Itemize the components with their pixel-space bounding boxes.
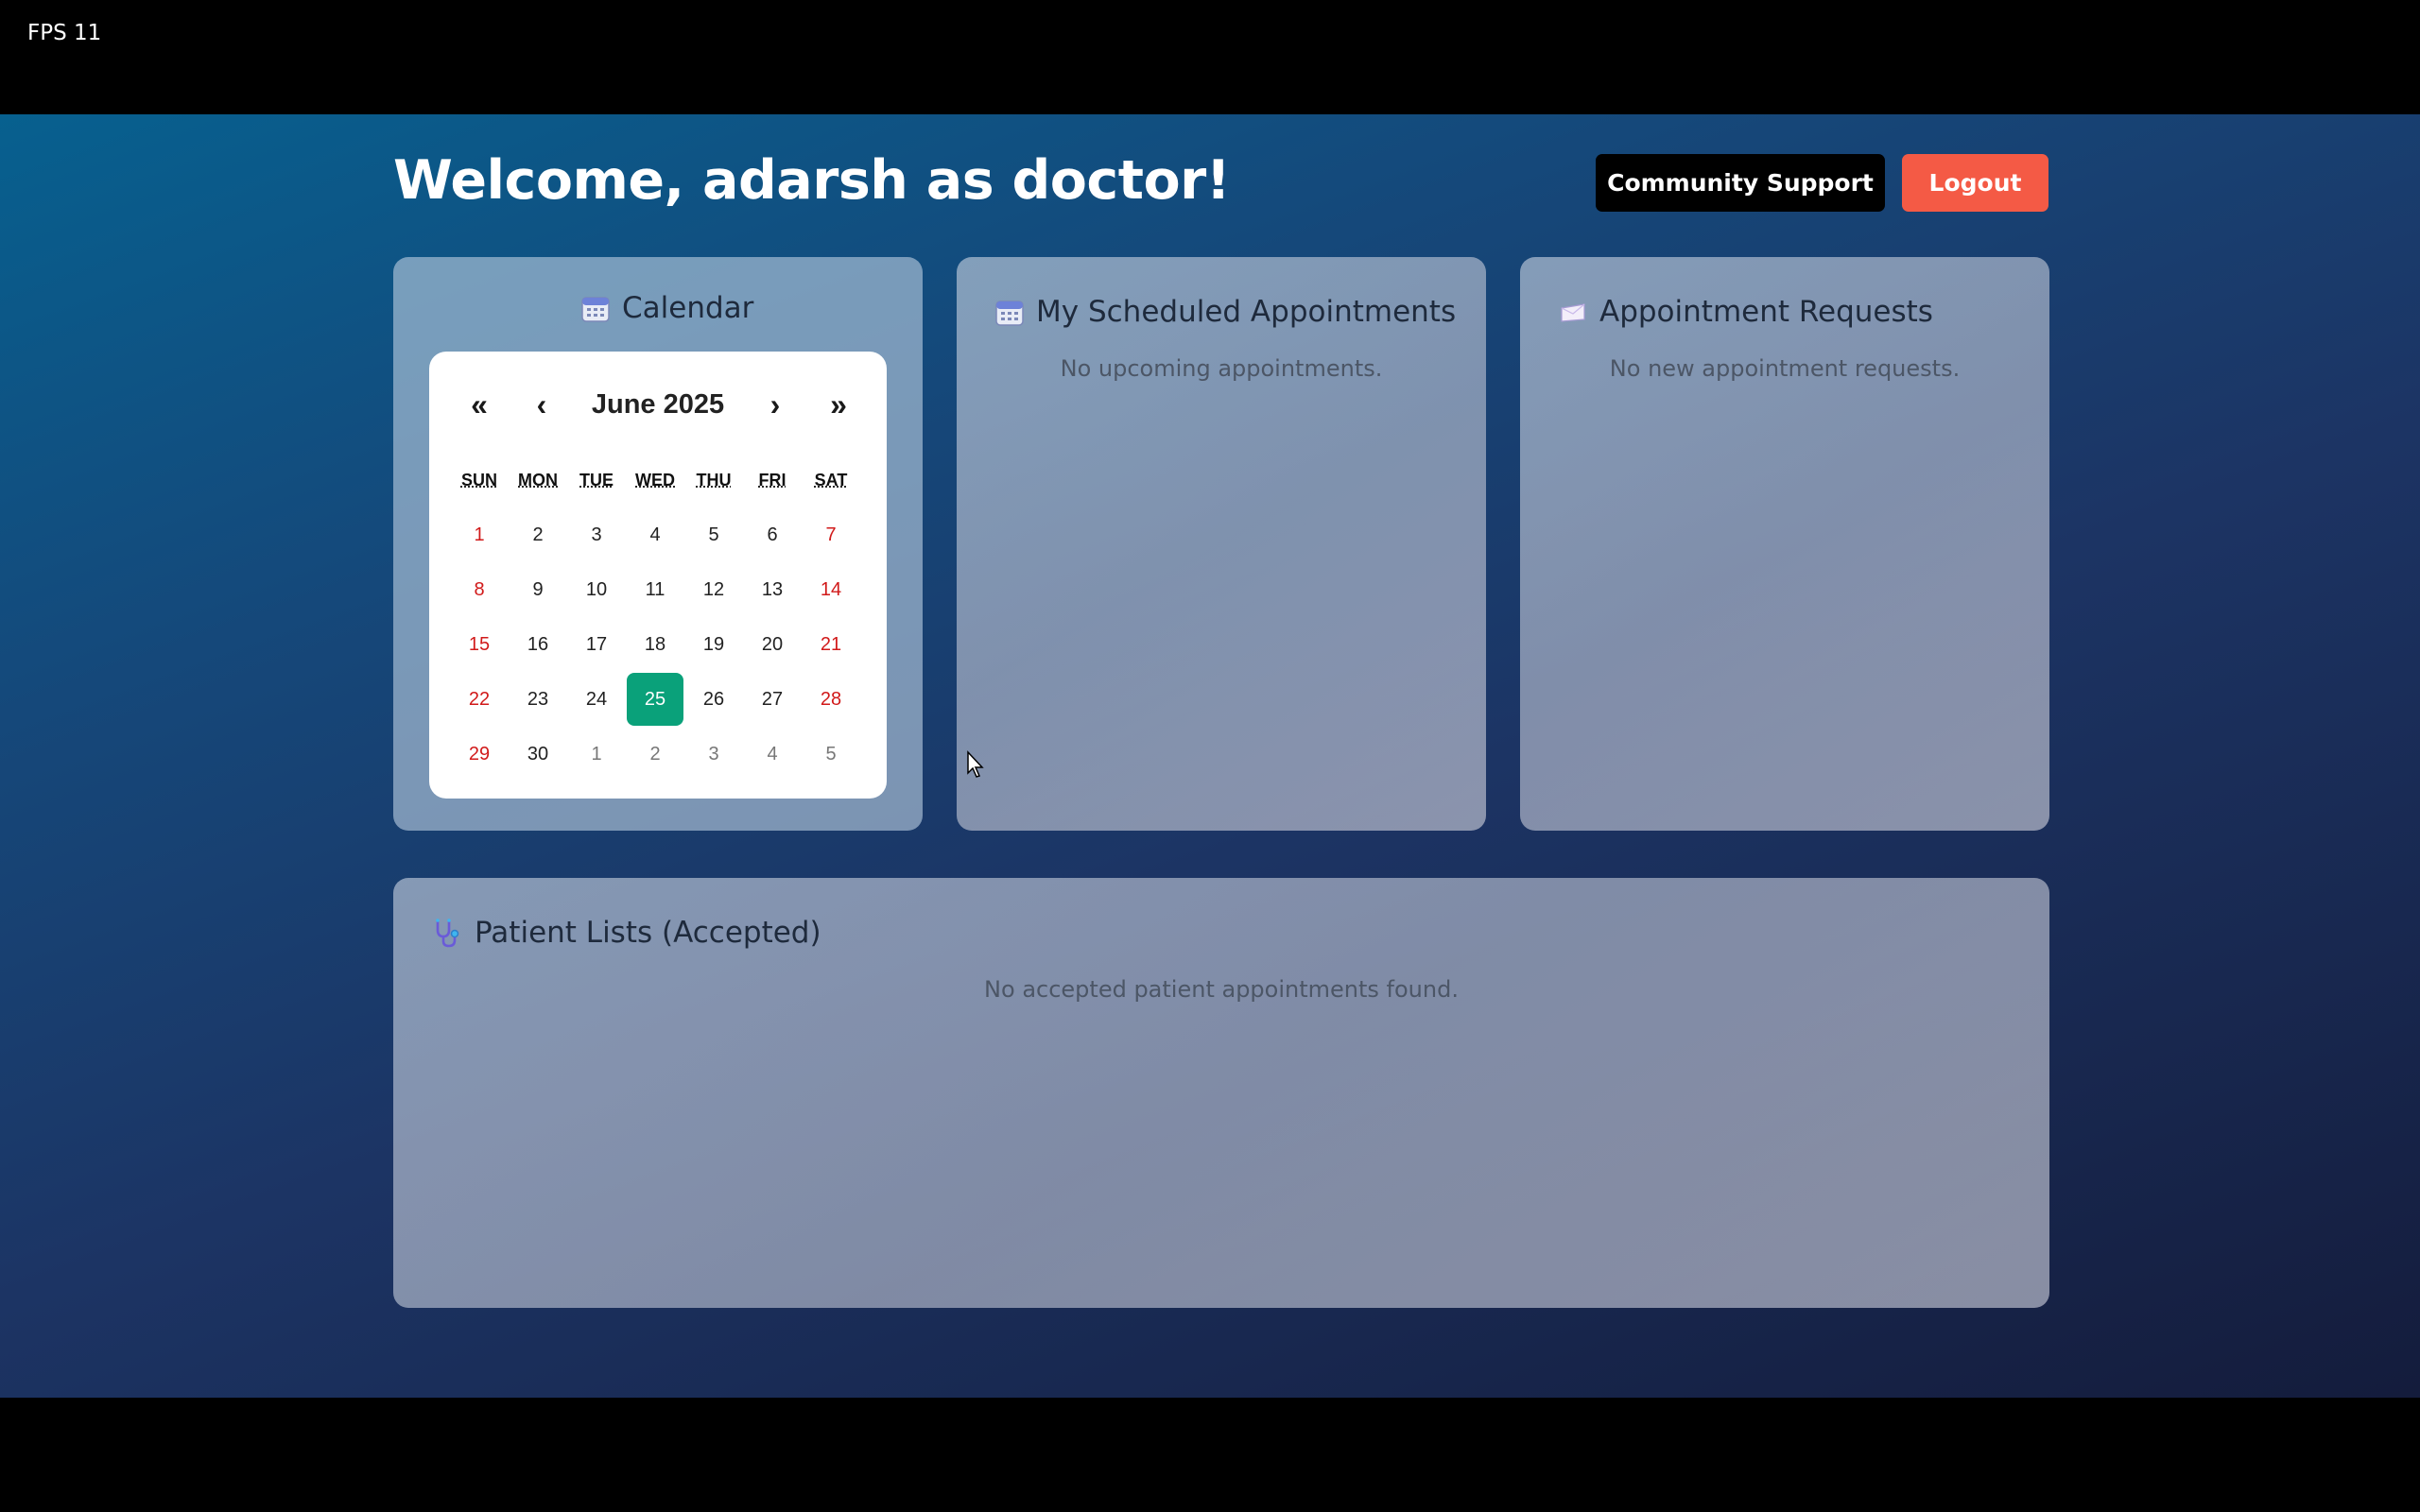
patients-title-text: Patient Lists (Accepted) — [475, 916, 821, 950]
weekday-label: TUE — [579, 471, 614, 490]
calendar-day[interactable]: 26 — [684, 672, 743, 727]
calendar-day[interactable]: 9 — [509, 562, 567, 617]
scheduled-appointments-card: My Scheduled Appointments No upcoming ap… — [957, 257, 1486, 831]
requests-empty-message: No new appointment requests. — [1609, 355, 1961, 382]
calendar-day[interactable]: 1 — [567, 727, 626, 782]
calendar-card-title: Calendar — [580, 291, 753, 325]
top-black-bar: FPS 11 — [0, 0, 2420, 114]
calendar-day[interactable]: 7 — [802, 507, 860, 562]
calendar-day[interactable]: 17 — [567, 617, 626, 672]
calendar-day[interactable]: 11 — [626, 562, 684, 617]
calendar-day[interactable]: 15 — [450, 617, 509, 672]
calendar-day[interactable]: 4 — [743, 727, 802, 782]
calendar-day[interactable]: 13 — [743, 562, 802, 617]
next-year-button[interactable]: » — [815, 387, 862, 422]
patients-card-title: Patient Lists (Accepted) — [431, 916, 821, 950]
calendar-day[interactable]: 21 — [802, 617, 860, 672]
calendar-day[interactable]: 5 — [802, 727, 860, 782]
calendar-day[interactable]: 3 — [684, 727, 743, 782]
calendar-day[interactable]: 10 — [567, 562, 626, 617]
calendar-day[interactable]: 2 — [626, 727, 684, 782]
calendar-day[interactable]: 16 — [509, 617, 567, 672]
dashboard: Welcome, adarsh as doctor! Community Sup… — [0, 114, 2420, 1398]
weekday-header: SUN MON TUE WED THU FRI SAT — [450, 471, 860, 490]
weekday-label: SUN — [460, 471, 497, 490]
calendar-day[interactable]: 12 — [684, 562, 743, 617]
prev-month-button[interactable]: ‹ — [518, 387, 565, 422]
weekday-label: MON — [518, 471, 558, 490]
mouse-cursor-icon — [967, 750, 984, 778]
calendar-day[interactable]: 23 — [509, 672, 567, 727]
weekday-label: THU — [696, 471, 732, 490]
requests-card-title: Appointment Requests — [1558, 295, 1933, 329]
calendar-day[interactable]: 27 — [743, 672, 802, 727]
prev-year-button[interactable]: « — [456, 387, 503, 422]
stethoscope-icon — [436, 919, 459, 948]
calendar-widget: « ‹ June 2025 › » SUN MON TUE WED THU FR… — [429, 352, 887, 799]
community-support-button[interactable]: Community Support — [1596, 154, 1885, 212]
patients-empty-message: No accepted patient appointments found. — [984, 976, 1459, 1003]
calendar-card: Calendar « ‹ June 2025 › » SUN MON TUE W… — [393, 257, 923, 831]
calendar-day[interactable]: 4 — [626, 507, 684, 562]
next-month-button[interactable]: › — [752, 387, 799, 422]
scheduled-empty-message: No upcoming appointments. — [1060, 355, 1383, 382]
bottom-black-bar — [0, 1398, 2420, 1512]
logout-button[interactable]: Logout — [1902, 154, 2048, 212]
calendar-day[interactable]: 5 — [684, 507, 743, 562]
calendar-day[interactable]: 28 — [802, 672, 860, 727]
calendar-day[interactable]: 30 — [509, 727, 567, 782]
calendar-day[interactable]: 18 — [626, 617, 684, 672]
calendar-day[interactable]: 22 — [450, 672, 509, 727]
weekday-label: WED — [635, 471, 675, 490]
calendar-day[interactable]: 1 — [450, 507, 509, 562]
calendar-day[interactable]: 19 — [684, 617, 743, 672]
calendar-day-grid: 1 2 3 4 5 6 7 8 9 10 11 12 13 14 15 16 17 18 19 20 21 22 23 24 2… — [450, 507, 860, 782]
appointment-requests-card: Appointment Requests No new appointment … — [1520, 257, 2049, 831]
calendar-icon — [995, 301, 1024, 326]
scheduled-title-text: My Scheduled Appointments — [1036, 295, 1457, 329]
patient-list-card: Patient Lists (Accepted) No accepted pat… — [393, 878, 2049, 1308]
month-label[interactable]: June 2025 — [571, 389, 745, 421]
calendar-day[interactable]: 6 — [743, 507, 802, 562]
weekday-label: SAT — [814, 471, 848, 490]
page-title: Welcome, adarsh as doctor! — [393, 149, 1231, 212]
calendar-day[interactable]: 20 — [743, 617, 802, 672]
calendar-day-selected[interactable]: 25 — [627, 673, 683, 726]
calendar-day[interactable]: 14 — [802, 562, 860, 617]
envelope-icon — [1561, 303, 1585, 322]
calendar-day[interactable]: 8 — [450, 562, 509, 617]
scheduled-card-title: My Scheduled Appointments — [994, 295, 1456, 329]
calendar-day[interactable]: 24 — [567, 672, 626, 727]
requests-title-text: Appointment Requests — [1599, 295, 1933, 329]
weekday-label: FRI — [758, 471, 786, 490]
calendar-day[interactable]: 29 — [450, 727, 509, 782]
calendar-icon — [581, 297, 610, 322]
calendar-day[interactable]: 2 — [509, 507, 567, 562]
calendar-day[interactable]: 3 — [567, 507, 626, 562]
calendar-title-text: Calendar — [622, 291, 754, 325]
fps-counter: FPS 11 — [27, 21, 102, 45]
